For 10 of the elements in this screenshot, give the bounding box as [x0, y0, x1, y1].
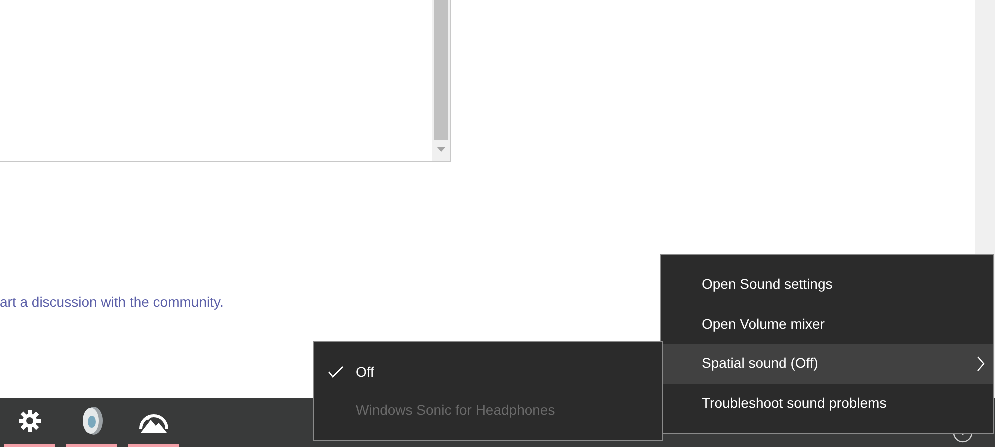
scrollbar[interactable] — [432, 0, 450, 161]
menu-item[interactable]: Open Sound settings — [661, 265, 993, 304]
scrollbar-thumb[interactable] — [434, 0, 448, 140]
menu-item[interactable]: Open Volume mixer — [661, 304, 993, 344]
settings-icon — [18, 409, 42, 433]
community-text: art a discussion with the community. — [0, 293, 225, 311]
chevron-right-icon — [977, 356, 985, 372]
menu-item[interactable]: Troubleshoot sound problems — [661, 384, 993, 423]
menu-item[interactable]: Spatial sound (Off) — [661, 344, 993, 384]
menu-item[interactable]: Off — [314, 353, 662, 391]
